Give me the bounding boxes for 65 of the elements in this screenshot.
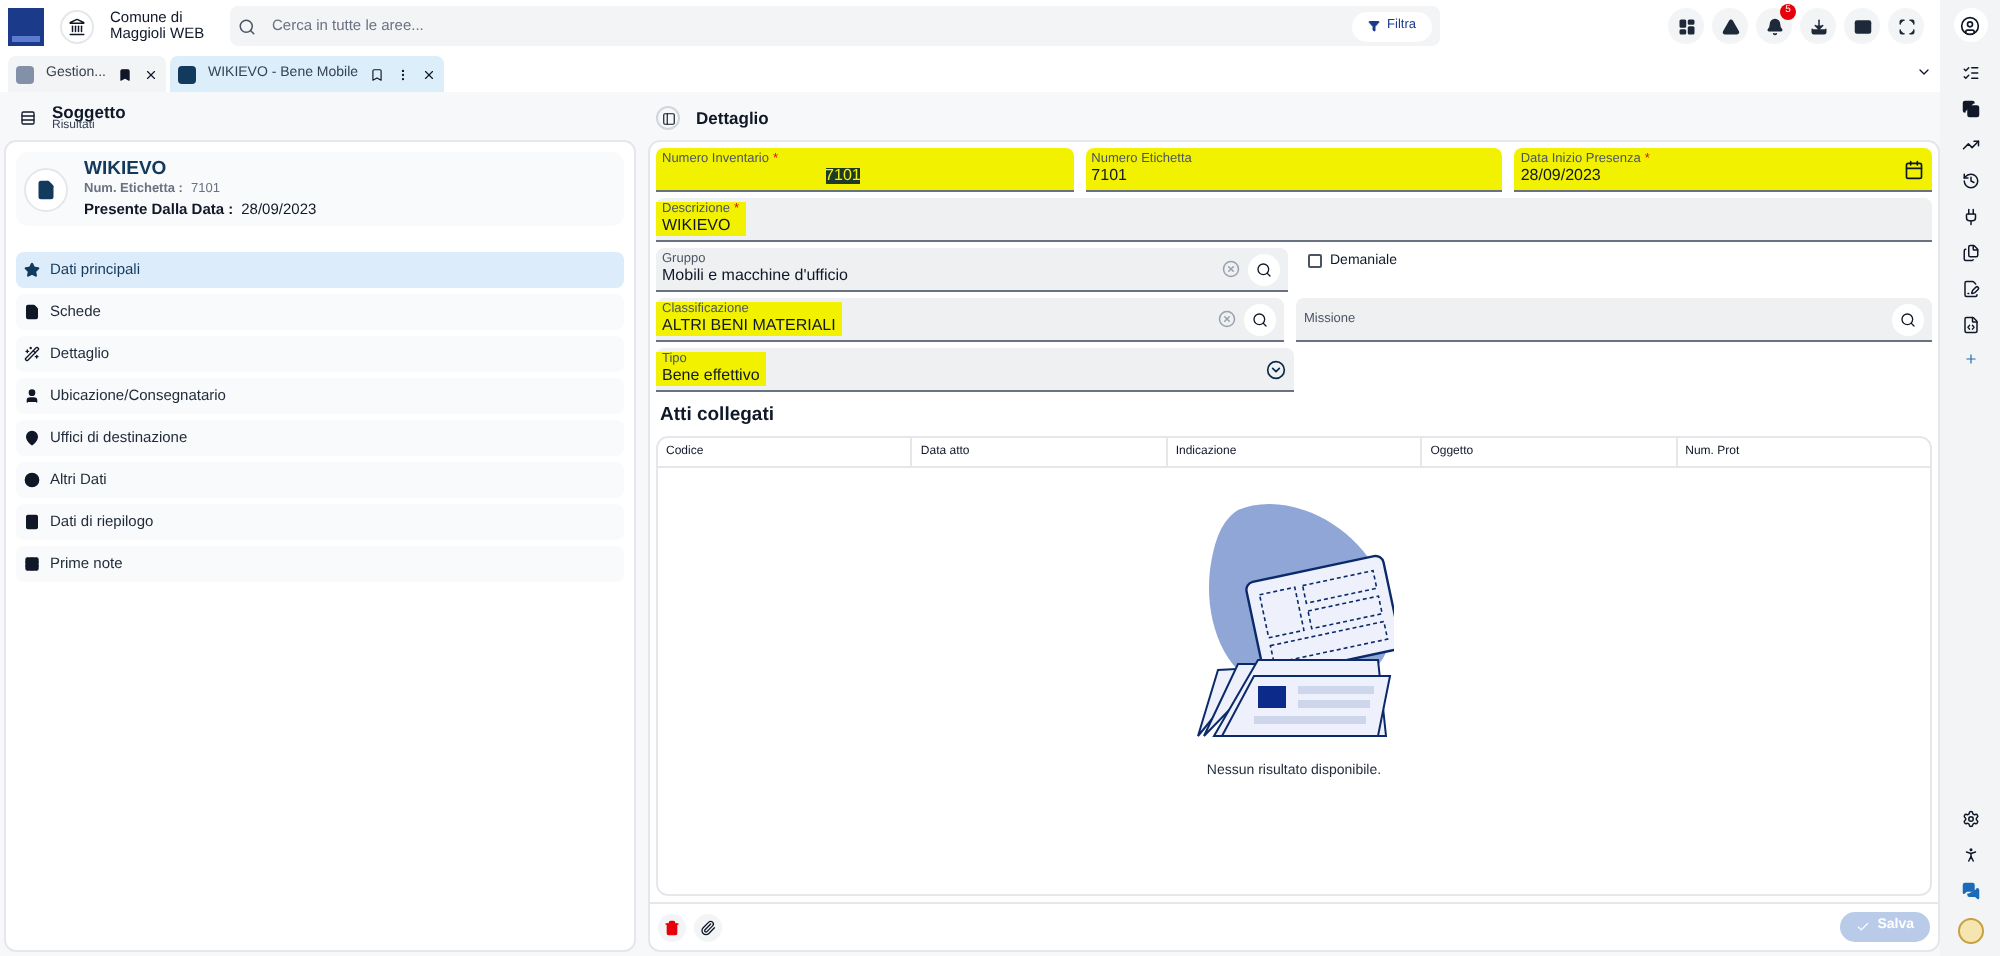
bell-icon [1765,17,1783,35]
document-icon [24,167,68,211]
chevron-down-icon[interactable] [1916,64,1932,80]
search-button[interactable] [1248,253,1280,285]
record-name: WIKIEVO [84,159,169,179]
history-icon[interactable] [1961,172,1979,190]
field-value: 7101 [825,168,861,185]
warning-icon [1721,17,1739,35]
paperclip-icon [700,919,716,935]
download-button[interactable] [1800,8,1836,44]
panel-title: Soggetto [52,103,126,121]
accessibility-icon[interactable] [1961,846,1979,864]
dashboard-button[interactable] [1668,8,1704,44]
search-button[interactable] [1244,303,1276,335]
copy-icon[interactable] [1961,100,1979,118]
field-value: Bene effettivo [662,368,760,385]
field-value: ALTRI BENI MATERIALI [662,318,836,335]
tab-icon [16,65,34,83]
search-button[interactable] [1892,303,1924,335]
file-icon [24,304,40,320]
field-value: Mobili e macchine d'ufficio [662,268,848,285]
wand-icon [24,346,40,362]
download-icon [1809,17,1827,35]
account-icon[interactable] [1953,8,1987,42]
section-title: Atti collegati [660,402,777,430]
close-icon[interactable] [143,67,158,81]
files-icon[interactable] [1961,244,1979,262]
check-icon [1855,920,1870,934]
checklist-icon[interactable] [1961,64,1979,82]
calendar-icon[interactable] [1904,159,1925,179]
attach-button[interactable] [694,913,722,941]
tab-icon [177,65,196,83]
search-icon [1900,311,1916,327]
close-icon[interactable] [422,67,437,81]
bookmark-icon[interactable] [370,67,385,81]
settings-icon[interactable] [1961,810,1979,828]
pin-icon [24,430,40,446]
field-value: 7101 [1091,168,1129,185]
panel-toggle-icon[interactable] [656,106,680,130]
checkbox[interactable] [1308,254,1322,268]
landmark-icon [60,9,94,43]
bookmark-icon[interactable] [117,67,132,81]
file-edit-icon[interactable] [1961,280,1979,298]
search-icon [238,17,256,35]
chat-icon[interactable] [1961,882,1979,900]
panel-title: Dettaglio [696,105,769,131]
dropdown-icon[interactable] [1266,359,1286,379]
logo [8,7,44,45]
field-value: WIKIEVO [662,218,733,235]
delete-button[interactable] [658,913,686,941]
field-value: 28/09/2023 [1520,168,1603,185]
search-icon [1256,261,1272,277]
trash-icon [664,919,680,935]
dashboard-icon [1677,17,1695,35]
plug-icon[interactable] [1961,208,1979,226]
star-icon [24,262,40,278]
fullscreen-icon [1897,17,1915,35]
fullscreen-button[interactable] [1888,8,1924,44]
filter-icon [1367,20,1380,32]
search-icon [1252,311,1268,327]
list-icon[interactable] [20,110,36,126]
warning-button[interactable] [1712,8,1748,44]
file-code-icon[interactable] [1961,316,1979,334]
user-icon [24,388,40,404]
trend-icon[interactable] [1961,136,1979,154]
